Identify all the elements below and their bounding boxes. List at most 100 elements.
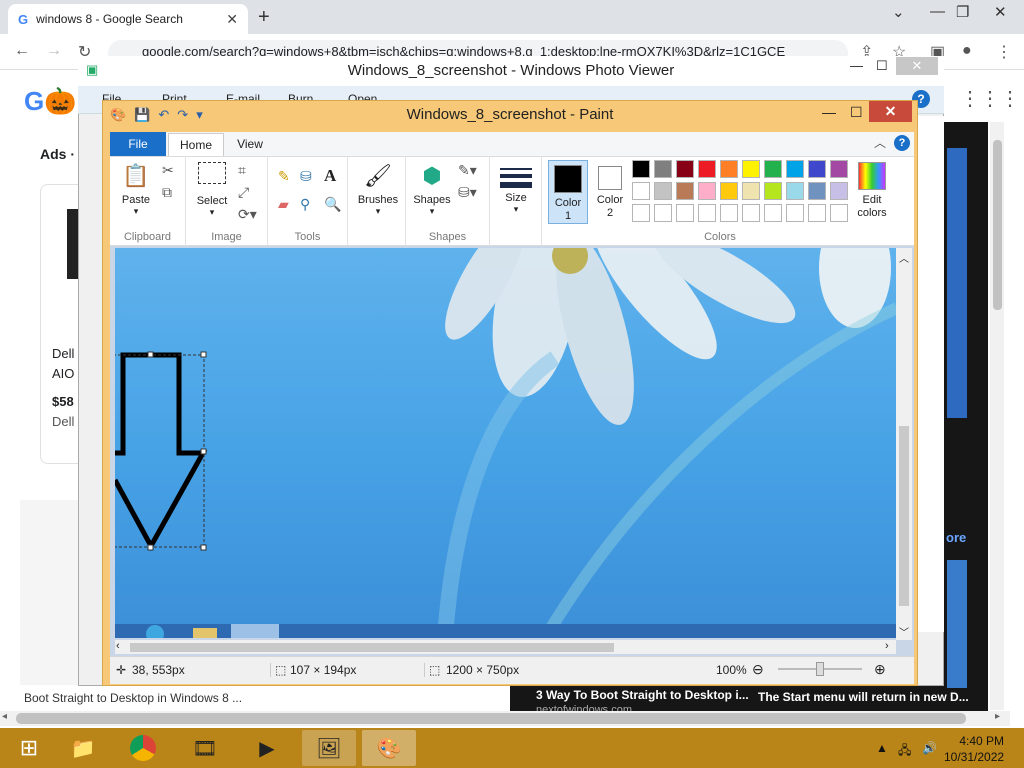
zoom-out-icon[interactable]: ⊖ [752,661,764,678]
network-icon[interactable]: 🖧 [898,741,911,762]
page-horizontal-scroll-thumb[interactable] [16,713,966,724]
palette-swatch[interactable] [720,182,738,200]
zoom-slider-knob[interactable] [816,662,824,676]
scroll-left-arrow-icon[interactable]: ◂ [2,711,7,722]
palette-swatch[interactable] [764,182,782,200]
palette-swatch[interactable] [720,160,738,178]
tab-search-icon[interactable]: ⌄ [892,3,905,21]
taskbar-file-explorer[interactable]: 📁 [56,730,110,766]
zoom-in-icon[interactable]: ⊕ [874,661,886,678]
paste-button[interactable]: 📋 Paste ▾ [118,162,154,217]
result-thumbnail-blue[interactable] [947,148,967,418]
palette-swatch[interactable] [676,182,694,200]
photo-viewer-minimize-button[interactable]: — [850,58,863,73]
canvas-scroll-down-icon[interactable]: ﹀ [899,624,909,639]
paint-minimize-button[interactable]: — [822,104,836,120]
result-caption-mid[interactable]: 3 Way To Boot Straight to Desktop i... [536,688,749,702]
photo-viewer-maximize-button[interactable]: ☐ [876,58,888,74]
result-caption-right[interactable]: The Start menu will return in new D... [758,690,969,704]
paint-app-icon[interactable]: 🎨 [110,107,126,123]
rotate-icon[interactable]: ⟳▾ [238,206,257,223]
taskbar-chrome[interactable] [116,730,170,766]
selection-handle-bottom[interactable] [147,544,154,551]
minimize-browser-button[interactable]: — [930,3,945,20]
more-link[interactable]: ore [946,530,966,545]
selection-handle-right[interactable] [200,448,207,455]
drawing-canvas[interactable] [115,248,897,638]
canvas-horizontal-scroll-thumb[interactable] [130,643,614,652]
palette-swatch[interactable] [742,204,760,222]
copy-icon[interactable]: ⧉ [162,184,172,201]
text-tool-icon[interactable]: A [324,166,336,186]
color2-button[interactable]: Color 2 [592,160,628,224]
result-thumbnail[interactable] [20,500,80,685]
customize-qat-icon[interactable]: ▾ [196,107,203,123]
palette-swatch[interactable] [676,160,694,178]
palette-swatch[interactable] [654,160,672,178]
selection-handle-bottom-right[interactable] [200,544,207,551]
palette-swatch[interactable] [764,204,782,222]
forward-icon[interactable]: → [46,42,62,60]
palette-swatch[interactable] [676,204,694,222]
brushes-dropdown-icon[interactable]: ▾ [352,206,404,217]
palette-swatch[interactable] [786,182,804,200]
redo-icon[interactable]: ↷ [177,107,188,123]
palette-swatch[interactable] [742,160,760,178]
palette-swatch[interactable] [742,182,760,200]
page-vertical-scroll-thumb[interactable] [993,140,1002,310]
canvas-scroll-up-icon[interactable]: ︿ [899,250,909,265]
google-doodle-logo[interactable]: G🎃 [24,86,77,117]
result-caption-left[interactable]: Boot Straight to Desktop in Windows 8 ..… [24,691,242,705]
select-button[interactable]: Select ▾ [194,162,230,218]
apps-grid-icon[interactable]: ⋮⋮⋮ [960,86,1020,111]
palette-swatch[interactable] [698,182,716,200]
new-tab-button[interactable]: + [258,6,270,29]
fill-icon[interactable]: ⛁▾ [458,184,477,201]
selection-handle-top[interactable] [147,351,154,358]
palette-swatch[interactable] [786,160,804,178]
tab-home[interactable]: Home [168,133,224,157]
taskbar-paint[interactable]: 🎨 [362,730,416,766]
palette-swatch[interactable] [830,160,848,178]
shapes-dropdown-icon[interactable]: ▾ [410,206,454,217]
palette-swatch[interactable] [830,204,848,222]
taskbar-photo-viewer[interactable]: 🖼 [302,730,356,766]
canvas-scroll-left-icon[interactable]: ‹ [116,640,120,652]
taskbar-movie-maker[interactable]: 🎞 [178,730,232,766]
result-thumbnail-blue-2[interactable] [947,560,967,688]
resize-icon[interactable]: ⤢ [238,184,249,201]
selection-handle-top-right[interactable] [200,351,207,358]
scroll-right-arrow-icon[interactable]: ▸ [995,711,1000,722]
shapes-button[interactable]: ⬢ Shapes ▾ [410,162,454,217]
size-button[interactable]: Size ▾ [496,164,536,215]
palette-swatch[interactable] [808,182,826,200]
show-hidden-icons[interactable]: ▲ [876,741,888,755]
select-dropdown-icon[interactable]: ▾ [194,207,230,218]
palette-swatch[interactable] [764,160,782,178]
outline-icon[interactable]: ✎▾ [458,162,477,179]
color1-button[interactable]: Color 1 [548,160,588,224]
canvas-vertical-scroll-thumb[interactable] [899,426,909,606]
pencil-icon[interactable]: ✎ [278,168,290,185]
palette-swatch[interactable] [720,204,738,222]
brushes-button[interactable]: 🖌 Brushes ▾ [352,162,404,217]
size-dropdown-icon[interactable]: ▾ [496,204,536,215]
crop-icon[interactable]: ⌗ [238,162,246,179]
ribbon-collapse-icon[interactable]: ︿ [874,134,886,151]
palette-swatch[interactable] [632,160,650,178]
undo-icon[interactable]: ↶ [158,107,169,123]
profile-avatar-icon[interactable]: ● [962,42,972,60]
close-browser-button[interactable]: ✕ [994,3,1007,21]
start-button[interactable]: ⊞ [2,730,56,766]
palette-swatch[interactable] [698,160,716,178]
magnifier-icon[interactable]: 🔍 [324,196,341,213]
palette-swatch[interactable] [632,204,650,222]
canvas-scroll-right-icon[interactable]: › [885,640,889,652]
edit-colors-button[interactable]: Edit colors [852,162,892,226]
palette-swatch[interactable] [654,182,672,200]
close-tab-icon[interactable]: ✕ [226,11,238,28]
palette-swatch[interactable] [830,182,848,200]
color-picker-icon[interactable]: ⚲ [300,196,310,213]
chrome-menu-icon[interactable]: ⋮ [996,42,1012,62]
tab-file[interactable]: File [110,132,166,156]
